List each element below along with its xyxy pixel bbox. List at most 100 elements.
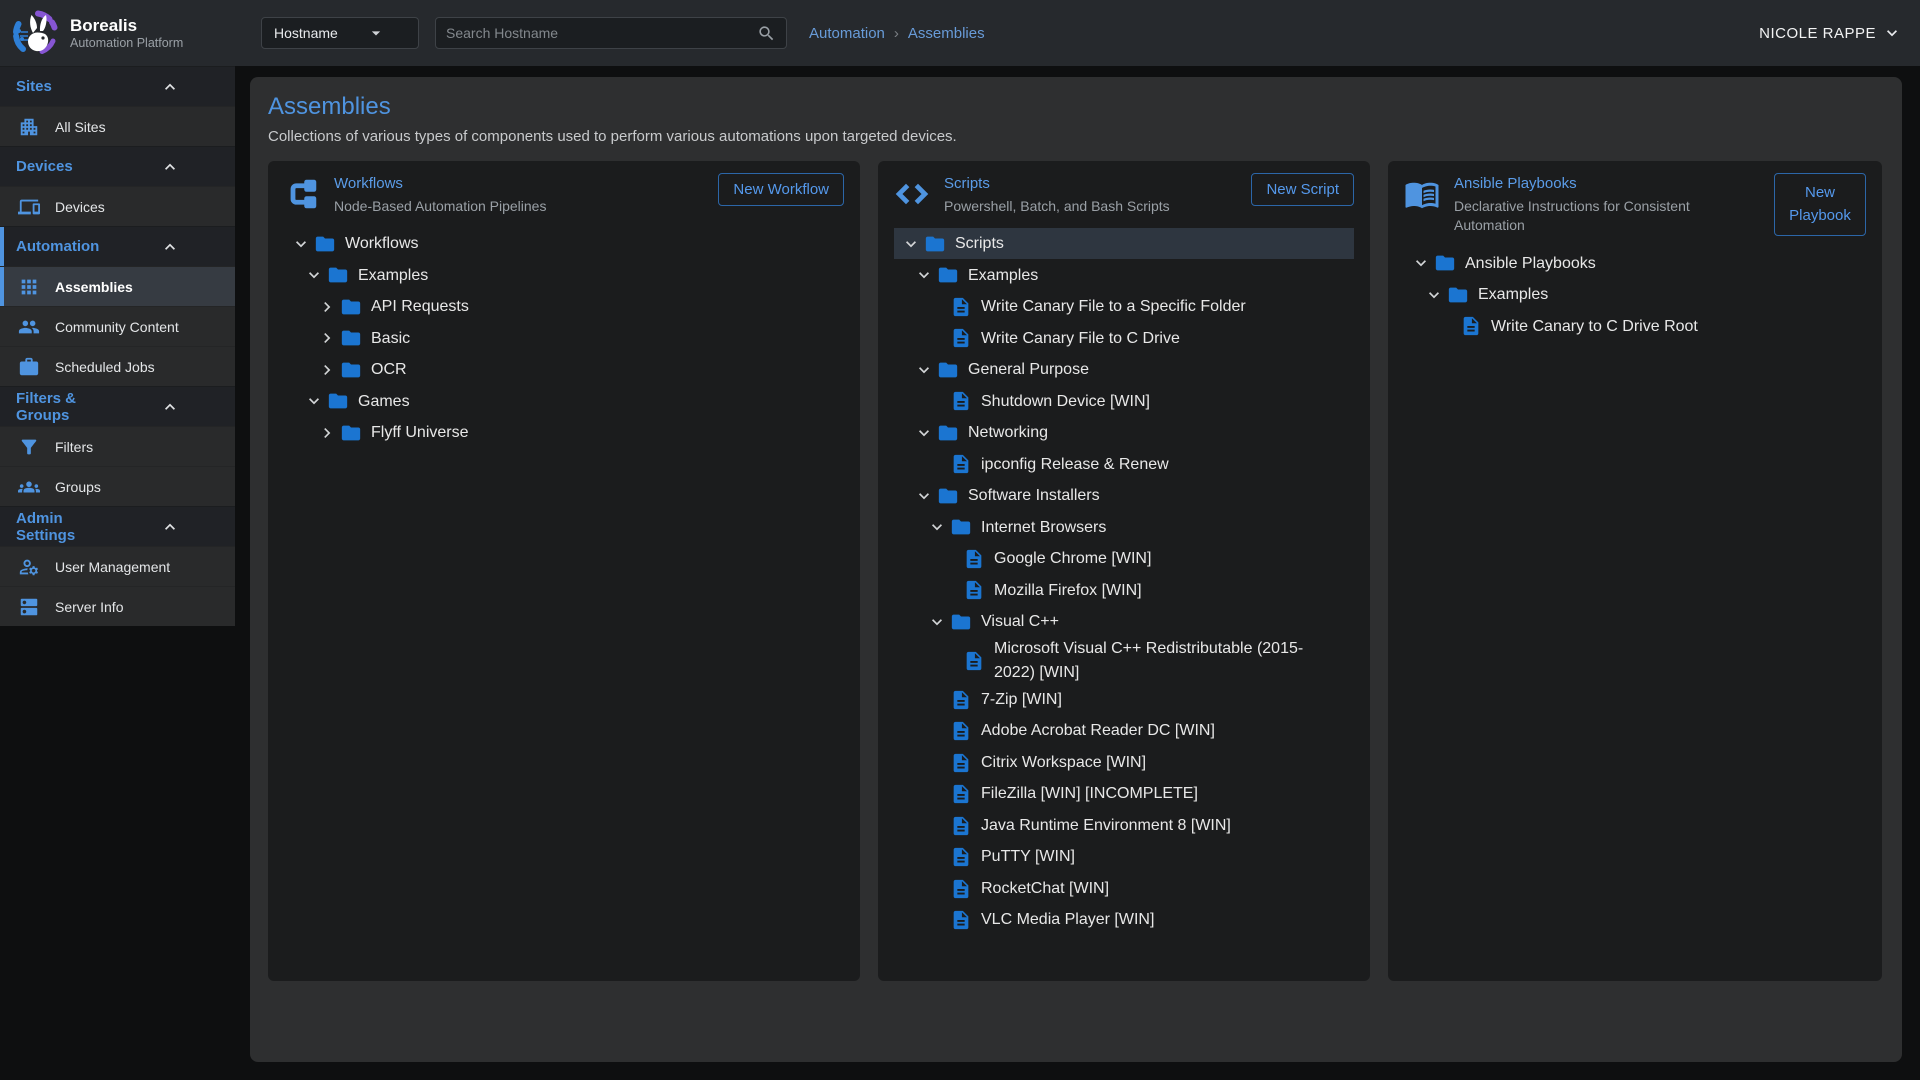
tree-item-label: Games bbox=[358, 390, 410, 413]
tree-item-label: Examples bbox=[968, 264, 1038, 287]
tree-row[interactable]: Write Canary File to a Specific Folder bbox=[894, 291, 1354, 323]
chevron-right-icon[interactable] bbox=[317, 297, 337, 317]
book-icon bbox=[1404, 176, 1440, 212]
card-title: Scripts bbox=[944, 175, 1237, 192]
sidebar-item-all-sites[interactable]: All Sites bbox=[0, 106, 235, 146]
chevron-down-icon[interactable] bbox=[914, 423, 934, 443]
tree-item-label: Shutdown Device [WIN] bbox=[981, 390, 1150, 413]
page-description: Collections of various types of componen… bbox=[268, 128, 1884, 145]
app-brand: Borealis Automation Platform bbox=[0, 9, 235, 57]
tree-row[interactable]: Games bbox=[284, 385, 844, 417]
tree-row[interactable]: Networking bbox=[894, 417, 1354, 449]
workflow-icon bbox=[284, 176, 320, 212]
chevron-down-icon[interactable] bbox=[304, 265, 324, 285]
tree-row[interactable]: Basic bbox=[284, 322, 844, 354]
chevron-right-icon[interactable] bbox=[317, 328, 337, 348]
tree-row[interactable]: Flyff Universe bbox=[284, 417, 844, 449]
tree-row[interactable]: API Requests bbox=[284, 291, 844, 323]
sidebar-section-filters-groups[interactable]: Filters & Groups bbox=[0, 386, 235, 426]
tree-row[interactable]: Mozilla Firefox [WIN] bbox=[894, 574, 1354, 606]
tree-row[interactable]: Scripts bbox=[894, 228, 1354, 260]
breadcrumb: Automation Assemblies bbox=[809, 25, 985, 42]
chevron-right-icon[interactable] bbox=[317, 360, 337, 380]
sidebar-section-automation[interactable]: Automation bbox=[0, 226, 235, 266]
tree-row[interactable]: PuTTY [WIN] bbox=[894, 841, 1354, 873]
sidebar-section-sites[interactable]: Sites bbox=[0, 66, 235, 106]
chevron-down-icon[interactable] bbox=[927, 517, 947, 537]
new-script-button[interactable]: New Script bbox=[1251, 173, 1354, 206]
sidebar-item-user-management[interactable]: User Management bbox=[0, 546, 235, 586]
assembly-cards: Workflows Node-Based Automation Pipelines… bbox=[268, 161, 1884, 981]
card-title: Ansible Playbooks bbox=[1454, 175, 1760, 192]
tree-row[interactable]: 7-Zip [WIN] bbox=[894, 684, 1354, 716]
tree-row[interactable]: OCR bbox=[284, 354, 844, 386]
chevron-up-icon bbox=[119, 77, 222, 97]
tree-row[interactable]: Software Installers bbox=[894, 480, 1354, 512]
user-name: NICOLE RAPPE bbox=[1759, 25, 1876, 42]
tree-item-label: OCR bbox=[371, 358, 407, 381]
search-input[interactable] bbox=[446, 25, 757, 41]
tree-row[interactable]: Examples bbox=[1404, 279, 1866, 311]
chevron-down-icon[interactable] bbox=[291, 234, 311, 254]
tree-row[interactable]: Google Chrome [WIN] bbox=[894, 543, 1354, 575]
chevron-down-icon[interactable] bbox=[1411, 253, 1431, 273]
file-icon bbox=[963, 548, 985, 570]
chevron-right-icon[interactable] bbox=[317, 423, 337, 443]
new-workflow-button[interactable]: New Workflow bbox=[718, 173, 844, 206]
sidebar-item-community-content[interactable]: Community Content bbox=[0, 306, 235, 346]
breadcrumb-assemblies[interactable]: Assemblies bbox=[908, 25, 985, 42]
sidebar-item-label: Devices bbox=[55, 199, 105, 215]
tree-row[interactable]: General Purpose bbox=[894, 354, 1354, 386]
tree-item-label: Visual C++ bbox=[981, 610, 1059, 633]
user-menu[interactable]: NICOLE RAPPE bbox=[1759, 23, 1902, 43]
chevron-down-icon[interactable] bbox=[914, 360, 934, 380]
tree-row[interactable]: Examples bbox=[284, 259, 844, 291]
card-subtitle: Powershell, Batch, and Bash Scripts bbox=[944, 197, 1194, 216]
tree-row[interactable]: Write Canary to C Drive Root bbox=[1404, 311, 1866, 343]
tree-row[interactable]: Shutdown Device [WIN] bbox=[894, 385, 1354, 417]
chevron-down-icon[interactable] bbox=[1424, 285, 1444, 305]
sidebar-item-scheduled-jobs[interactable]: Scheduled Jobs bbox=[0, 346, 235, 386]
chevron-up-icon bbox=[119, 517, 222, 537]
tree-row[interactable]: Examples bbox=[894, 259, 1354, 291]
hostname-select[interactable]: Hostname bbox=[261, 17, 419, 49]
tree-row[interactable]: Visual C++ bbox=[894, 606, 1354, 638]
chevron-down-icon[interactable] bbox=[914, 486, 934, 506]
chevron-down-icon[interactable] bbox=[901, 234, 921, 254]
new-playbook-button[interactable]: New Playbook bbox=[1774, 173, 1866, 236]
sidebar-item-label: Scheduled Jobs bbox=[55, 359, 155, 375]
sidebar-item-groups[interactable]: Groups bbox=[0, 466, 235, 506]
file-icon bbox=[950, 720, 972, 742]
tree-row[interactable]: Adobe Acrobat Reader DC [WIN] bbox=[894, 715, 1354, 747]
sidebar-item-label: User Management bbox=[55, 559, 170, 575]
tree-row[interactable]: Ansible Playbooks bbox=[1404, 248, 1866, 280]
tree-row[interactable]: Internet Browsers bbox=[894, 511, 1354, 543]
sidebar-item-filters[interactable]: Filters bbox=[0, 426, 235, 466]
sidebar-section-label: Devices bbox=[16, 158, 119, 175]
chevron-down-icon[interactable] bbox=[304, 391, 324, 411]
tree-item-label: Workflows bbox=[345, 232, 419, 255]
sidebar-item-server-info[interactable]: Server Info bbox=[0, 586, 235, 626]
hostname-select-value: Hostname bbox=[274, 25, 342, 41]
sidebar-section-devices[interactable]: Devices bbox=[0, 146, 235, 186]
tree-row[interactable]: VLC Media Player [WIN] bbox=[894, 904, 1354, 936]
tree-item-label: Examples bbox=[1478, 283, 1548, 306]
tree-row[interactable]: FileZilla [WIN] [INCOMPLETE] bbox=[894, 778, 1354, 810]
tree-row[interactable]: Microsoft Visual C++ Redistributable (20… bbox=[894, 637, 1354, 683]
tree-row[interactable]: Java Runtime Environment 8 [WIN] bbox=[894, 810, 1354, 842]
folder-icon bbox=[340, 422, 362, 444]
chevron-down-icon[interactable] bbox=[914, 265, 934, 285]
chevron-down-icon[interactable] bbox=[927, 612, 947, 632]
sidebar-item-devices[interactable]: Devices bbox=[0, 186, 235, 226]
sidebar-section-admin-settings[interactable]: Admin Settings bbox=[0, 506, 235, 546]
breadcrumb-automation[interactable]: Automation bbox=[809, 25, 885, 42]
file-icon bbox=[950, 846, 972, 868]
tree-row[interactable]: Workflows bbox=[284, 228, 844, 260]
tree-row[interactable]: Write Canary File to C Drive bbox=[894, 322, 1354, 354]
tree-row[interactable]: RocketChat [WIN] bbox=[894, 873, 1354, 905]
sidebar-item-assemblies[interactable]: Assemblies bbox=[0, 266, 235, 306]
tree-row[interactable]: ipconfig Release & Renew bbox=[894, 448, 1354, 480]
server-icon bbox=[18, 596, 40, 618]
card-subtitle: Node-Based Automation Pipelines bbox=[334, 197, 584, 216]
tree-row[interactable]: Citrix Workspace [WIN] bbox=[894, 747, 1354, 779]
